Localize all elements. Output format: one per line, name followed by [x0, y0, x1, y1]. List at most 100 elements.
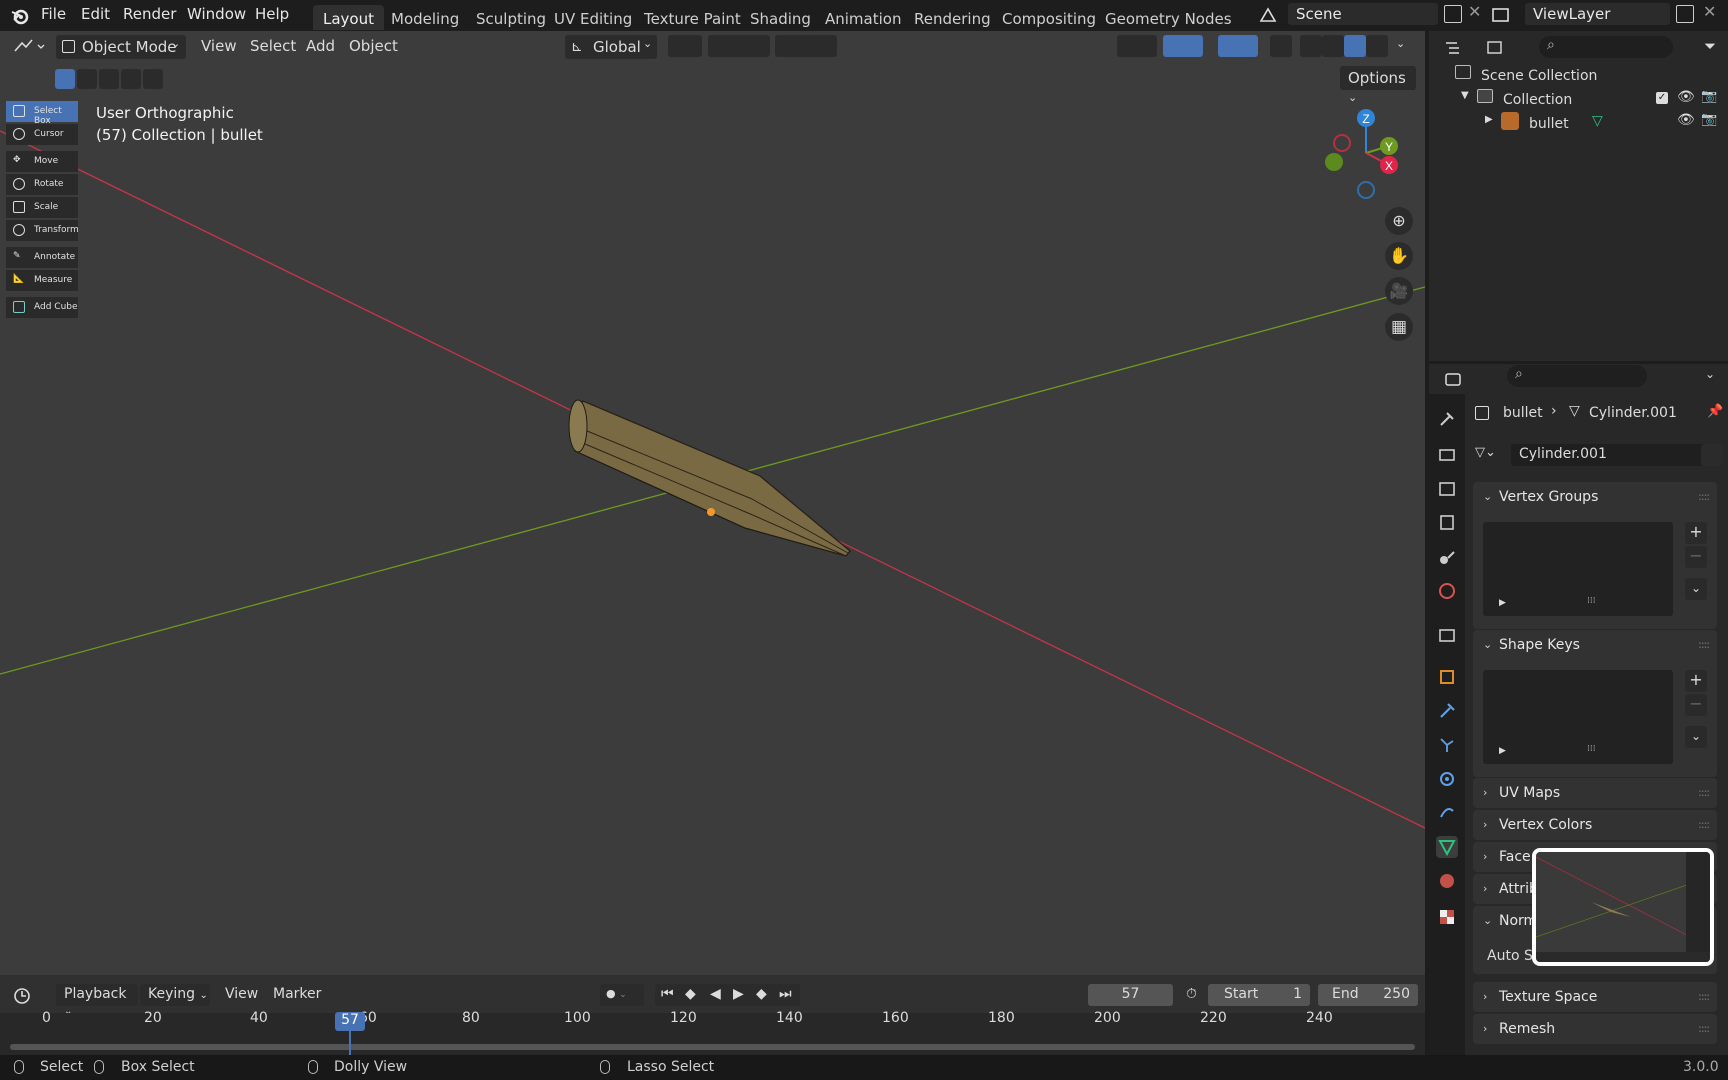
- menu-view[interactable]: View: [201, 37, 237, 55]
- attributes-header[interactable]: › Attrib: [1473, 874, 1538, 904]
- pivot-point-icon[interactable]: [668, 35, 702, 57]
- orientation-dropdown[interactable]: ⊾ Global ⌄: [565, 35, 657, 59]
- expand-arrow-icon[interactable]: ▶: [1499, 598, 1506, 608]
- fake-user-shield-icon[interactable]: [1701, 444, 1723, 466]
- timeline-view-menu[interactable]: View: [225, 986, 258, 1002]
- remesh-header[interactable]: › Remesh: [1473, 1014, 1555, 1044]
- tool-cursor[interactable]: Cursor: [6, 124, 78, 145]
- end-frame-field[interactable]: End 250: [1318, 984, 1418, 1006]
- keying-menu[interactable]: Keying ⌄: [140, 984, 210, 1006]
- expand-arrow-icon[interactable]: ▶: [1485, 114, 1493, 125]
- close-view-layer-icon[interactable]: ✕: [1703, 2, 1716, 21]
- timeline-scrollbar[interactable]: [10, 1044, 1415, 1050]
- tab-rendering[interactable]: Rendering: [904, 5, 1001, 30]
- prev-keyframe-icon[interactable]: ◆: [685, 986, 696, 1002]
- proportional-edit-icon[interactable]: [775, 35, 837, 57]
- mesh-data-tab-icon[interactable]: [1436, 836, 1458, 858]
- shape-keys-list[interactable]: ▶ ⁞⁞⁞: [1483, 670, 1673, 764]
- navigation-gizmo[interactable]: Z Y X: [1318, 104, 1410, 202]
- vertex-colors-header[interactable]: › Vertex Colors: [1473, 810, 1592, 840]
- shape-key-specials-button[interactable]: ⌄: [1685, 726, 1707, 748]
- tab-texture-paint[interactable]: Texture Paint: [634, 5, 751, 30]
- snap-icon[interactable]: [708, 35, 770, 57]
- timeline-editor-type-icon[interactable]: [12, 986, 46, 1006]
- collection-tab-icon[interactable]: [1436, 624, 1458, 646]
- tool-transform[interactable]: Transform: [6, 220, 79, 241]
- outliner-editor-type-icon[interactable]: [1443, 38, 1477, 58]
- mode-dropdown[interactable]: Object Mode ⌄: [56, 35, 186, 59]
- render-tab-icon[interactable]: [1436, 444, 1458, 466]
- vertex-groups-list[interactable]: ▶ ⁞⁞⁞: [1483, 522, 1673, 616]
- menu-file[interactable]: File: [41, 5, 66, 23]
- menu-edit[interactable]: Edit: [81, 5, 110, 23]
- face-maps-header[interactable]: › Face: [1473, 842, 1531, 872]
- new-scene-icon[interactable]: [1444, 5, 1462, 23]
- menu-add[interactable]: Add: [306, 37, 335, 55]
- mesh-browse-icon[interactable]: ▽⌄: [1475, 444, 1509, 466]
- select-invert-icon[interactable]: [121, 69, 141, 89]
- texture-space-panel[interactable]: › Texture Space ::::: [1473, 982, 1717, 1012]
- camera-render-icon[interactable]: 📷: [1701, 89, 1717, 104]
- tool-add-cube[interactable]: Add Cube: [6, 297, 78, 318]
- drag-handle-icon[interactable]: ::::: [1698, 638, 1710, 651]
- tool-annotate[interactable]: ✎ Annotate: [6, 247, 78, 268]
- remove-shape-key-button[interactable]: −: [1685, 694, 1707, 716]
- chevron-down-icon[interactable]: ⌄: [1705, 367, 1715, 381]
- blender-logo-icon[interactable]: [10, 6, 30, 26]
- uv-maps-panel[interactable]: › UV Maps ::::: [1473, 778, 1717, 808]
- stopwatch-icon[interactable]: ⏱: [1186, 986, 1197, 1002]
- pin-icon[interactable]: 📌: [1707, 404, 1723, 419]
- resize-handle-icon[interactable]: ⁞⁞⁞: [1587, 744, 1596, 754]
- view-layer-icon[interactable]: [1490, 4, 1512, 26]
- uv-maps-header[interactable]: › UV Maps: [1473, 778, 1560, 808]
- options-dropdown[interactable]: Options ⌄: [1340, 66, 1416, 104]
- object-tab-icon[interactable]: [1436, 666, 1458, 688]
- drag-handle-icon[interactable]: ::::: [1698, 1022, 1710, 1035]
- camera-render-icon[interactable]: 📷: [1701, 112, 1717, 127]
- marker-menu[interactable]: Marker: [273, 986, 321, 1002]
- material-tab-icon[interactable]: [1436, 870, 1458, 892]
- auto-keying-button[interactable]: ● ⌄: [600, 984, 644, 1006]
- menu-window[interactable]: Window: [187, 5, 246, 23]
- resize-handle-icon[interactable]: ⁞⁞⁞: [1587, 596, 1596, 606]
- expand-arrow-icon[interactable]: ▼: [1461, 90, 1469, 101]
- remove-vertex-group-button[interactable]: −: [1685, 546, 1707, 568]
- pan-hand-icon[interactable]: ✋: [1385, 242, 1413, 270]
- shape-keys-header[interactable]: ⌄ Shape Keys: [1473, 630, 1580, 660]
- playback-menu[interactable]: Playback ⌄: [56, 984, 138, 1017]
- tab-shading[interactable]: Shading: [740, 5, 821, 30]
- display-mode-icon[interactable]: [1485, 38, 1519, 58]
- tab-sculpting[interactable]: Sculpting: [466, 5, 556, 30]
- chevron-down-icon[interactable]: ⌄: [1396, 37, 1405, 50]
- scene-field[interactable]: Scene: [1288, 3, 1438, 25]
- camera-view-icon[interactable]: 🎥: [1385, 277, 1413, 305]
- mesh-name-field[interactable]: Cylinder.001: [1511, 444, 1707, 466]
- jump-start-icon[interactable]: ⏮: [661, 986, 674, 1002]
- next-keyframe-icon[interactable]: ◆: [756, 986, 767, 1002]
- screenshot-thumbnail[interactable]: [1532, 848, 1714, 966]
- properties-search-input[interactable]: ⌕: [1507, 365, 1647, 387]
- gizmo-toggle-icon[interactable]: [1163, 35, 1203, 57]
- tab-modeling[interactable]: Modeling: [381, 5, 469, 30]
- drag-handle-icon[interactable]: ::::: [1698, 490, 1710, 503]
- wireframe-shading-icon[interactable]: [1300, 35, 1322, 57]
- play-reverse-icon[interactable]: ◀: [710, 986, 721, 1002]
- playhead-frame-label[interactable]: 57: [335, 1012, 365, 1031]
- tab-animation[interactable]: Animation: [815, 5, 911, 30]
- mesh-data-icon[interactable]: ▽: [1592, 113, 1603, 129]
- output-tab-icon[interactable]: [1436, 478, 1458, 500]
- view-layer-tab-icon[interactable]: [1436, 512, 1458, 534]
- zoom-icon[interactable]: ⊕: [1385, 207, 1413, 235]
- drag-handle-icon[interactable]: ::::: [1698, 990, 1710, 1003]
- outliner-search-input[interactable]: ⌕: [1539, 36, 1673, 58]
- tool-settings-tab-icon[interactable]: [1436, 408, 1458, 430]
- tab-geometry-nodes[interactable]: Geometry Nodes: [1095, 5, 1242, 30]
- tool-scale[interactable]: Scale: [6, 197, 78, 218]
- remesh-panel[interactable]: › Remesh ::::: [1473, 1014, 1717, 1044]
- select-extend-icon[interactable]: [77, 69, 97, 89]
- jump-end-icon[interactable]: ⏭: [779, 986, 792, 1002]
- close-scene-icon[interactable]: ✕: [1468, 2, 1481, 21]
- modifiers-tab-icon[interactable]: [1436, 700, 1458, 722]
- tab-layout[interactable]: Layout: [313, 5, 384, 30]
- drag-handle-icon[interactable]: ::::: [1698, 818, 1710, 831]
